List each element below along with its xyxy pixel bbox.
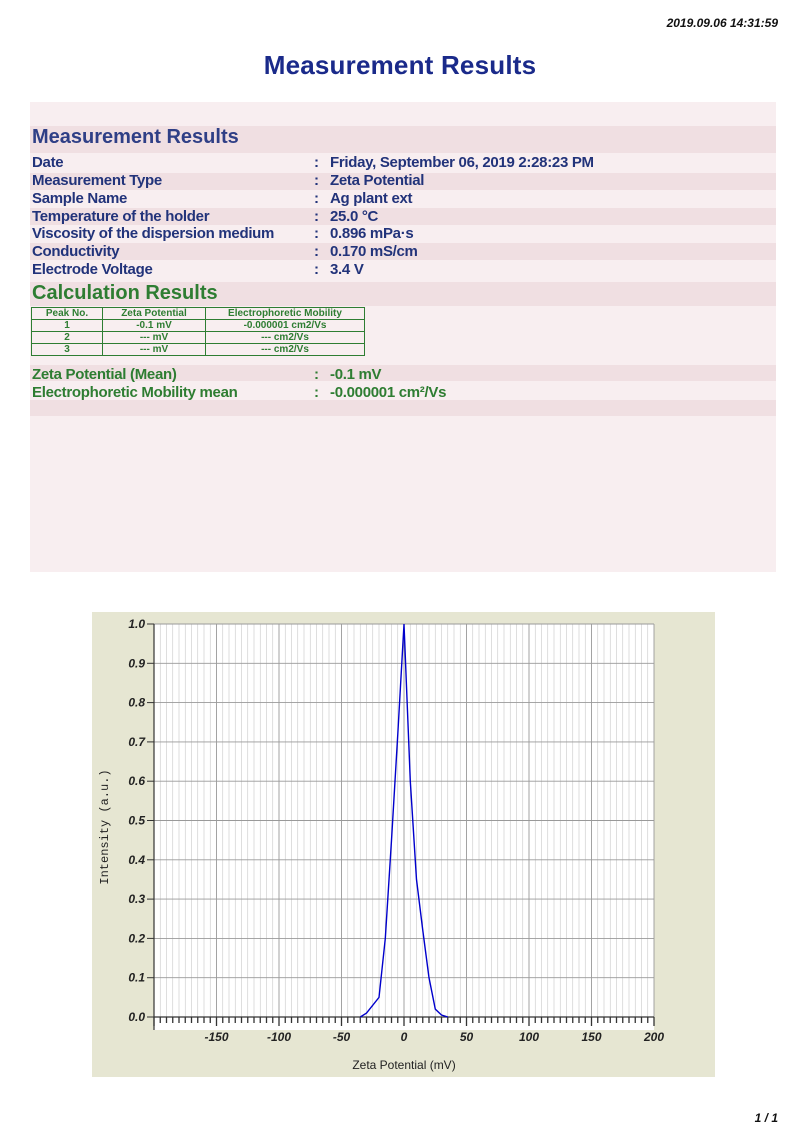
x-tick-label: 100	[519, 1030, 539, 1044]
table-header-row: Peak No. Zeta Potential Electrophoretic …	[31, 307, 365, 320]
timestamp: 2019.09.06 14:31:59	[666, 16, 778, 30]
row-separator: :	[314, 172, 319, 189]
table-cell: --- mV	[102, 331, 206, 344]
row-separator: :	[314, 225, 319, 242]
row-separator: :	[314, 243, 319, 260]
y-tick-label: 0.4	[128, 853, 145, 867]
table-row: 1 -0.1 mV -0.000001 cm2/Vs	[31, 319, 365, 332]
y-tick-label: 0.0	[128, 1010, 145, 1024]
header-mobility: Electrophoretic Mobility	[205, 307, 365, 320]
row-value: 0.896 mPa·s	[330, 225, 414, 242]
row-label: Sample Name	[32, 190, 128, 207]
y-tick-label: 0.7	[128, 735, 146, 749]
row-label: Temperature of the holder	[32, 208, 210, 225]
row-value: -0.1 mV	[330, 366, 382, 383]
row-label: Viscosity of the dispersion medium	[32, 225, 275, 242]
row-value: 3.4 V	[330, 261, 364, 278]
report-box: Measurement Results Date : Friday, Septe…	[30, 102, 776, 572]
table-cell: --- cm2/Vs	[205, 331, 365, 344]
x-tick-label: -50	[333, 1030, 351, 1044]
table-cell: 1	[31, 319, 103, 332]
table-row: 2 --- mV --- cm2/Vs	[31, 331, 365, 344]
x-axis-label: Zeta Potential (mV)	[352, 1058, 455, 1072]
x-tick-label: 150	[581, 1030, 601, 1044]
row-label: Conductivity	[32, 243, 120, 260]
row-separator: :	[314, 190, 319, 207]
row-separator: :	[314, 154, 319, 171]
row-separator: :	[314, 261, 319, 278]
table-cell: --- mV	[102, 343, 206, 356]
row-separator: :	[314, 384, 319, 401]
page-title: Measurement Results	[263, 50, 537, 80]
y-tick-label: 0.5	[128, 814, 145, 828]
y-tick-label: 0.8	[128, 696, 145, 710]
row-separator: :	[314, 366, 319, 383]
row-value: 25.0 °C	[330, 208, 379, 225]
peaks-table: Peak No. Zeta Potential Electrophoretic …	[31, 307, 365, 356]
y-tick-label: 0.1	[128, 971, 145, 985]
y-tick-label: 0.9	[128, 656, 145, 670]
calculation-heading: Calculation Results	[32, 282, 218, 304]
measurement-heading: Measurement Results	[32, 126, 239, 148]
row-separator: :	[314, 208, 319, 225]
table-cell: --- cm2/Vs	[205, 343, 365, 356]
row-value: -0.000001 cm²/Vs	[330, 384, 447, 401]
table-cell: -0.000001 cm2/Vs	[205, 319, 365, 332]
row-value: Ag plant ext	[330, 190, 413, 207]
table-row: 3 --- mV --- cm2/Vs	[31, 343, 365, 356]
row-label: Zeta Potential (Mean)	[32, 366, 177, 383]
y-ticks: 0.0 0.1 0.2 0.3 0.4 0.5 0.6 0.7 0.8 0.9 1.0	[128, 617, 154, 1024]
x-tick-label: -100	[267, 1030, 291, 1044]
table-cell: 2	[31, 331, 103, 344]
x-tick-label: -150	[204, 1030, 228, 1044]
row-value: 0.170 mS/cm	[330, 243, 418, 260]
y-tick-label: 0.3	[128, 892, 145, 906]
row-label: Electrode Voltage	[32, 261, 153, 278]
zeta-chart: 0.0 0.1 0.2 0.3 0.4 0.5 0.6 0.7 0.8 0.9 1.0 -150 -1…	[98, 617, 664, 1072]
band	[30, 400, 776, 416]
row-value: Zeta Potential	[330, 172, 425, 189]
grid	[153, 623, 655, 1018]
header-peak-no: Peak No.	[31, 307, 103, 320]
y-tick-label: 1.0	[128, 617, 145, 631]
x-tick-label: 0	[401, 1030, 408, 1044]
row-label: Date	[32, 154, 64, 171]
row-label: Measurement Type	[32, 172, 162, 189]
row-value: Friday, September 06, 2019 2:28:23 PM	[330, 154, 594, 171]
header-zeta-potential: Zeta Potential	[102, 307, 206, 320]
y-tick-label: 0.2	[128, 931, 145, 945]
chart-panel: 0.0 0.1 0.2 0.3 0.4 0.5 0.6 0.7 0.8 0.9 1.0 -150 -1…	[92, 612, 715, 1077]
y-axis-label: Intensity (a.u.)	[98, 769, 112, 884]
x-tick-label: 200	[643, 1030, 664, 1044]
table-cell: 3	[31, 343, 103, 356]
table-cell: -0.1 mV	[102, 319, 206, 332]
page-number: 1 / 1	[754, 1111, 778, 1125]
row-label: Electrophoretic Mobility mean	[32, 384, 238, 401]
x-tick-label: 50	[460, 1030, 474, 1044]
y-tick-label: 0.6	[128, 774, 145, 788]
